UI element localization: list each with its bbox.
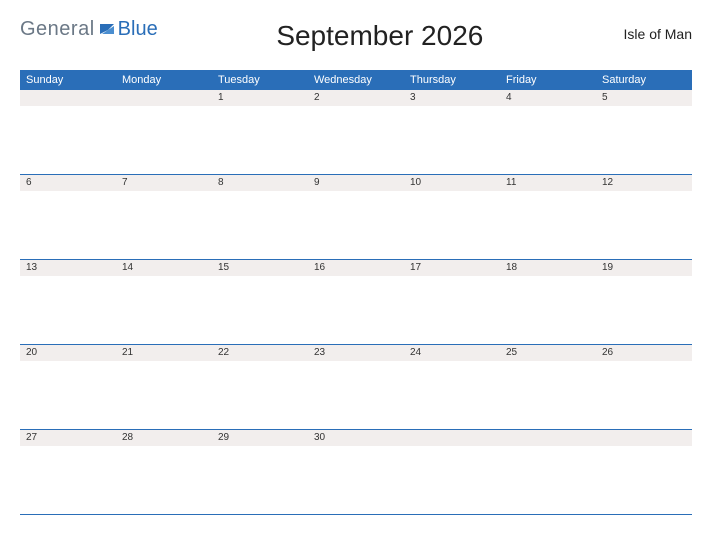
day-cell: 4 [500,90,596,106]
header: General Blue September 2026 Isle of Man [20,18,692,52]
week-row: 20 21 22 23 24 25 26 [20,345,692,430]
day-cell: 6 [20,175,116,191]
day-cell: 20 [20,345,116,361]
day-cell: 12 [596,175,692,191]
day-cell: 16 [308,260,404,276]
day-cell: 23 [308,345,404,361]
day-cell [404,430,500,446]
day-header-wednesday: Wednesday [308,70,404,90]
day-cell: 27 [20,430,116,446]
day-header-saturday: Saturday [596,70,692,90]
day-cell [596,430,692,446]
day-cell: 17 [404,260,500,276]
day-header-monday: Monday [116,70,212,90]
day-cell: 13 [20,260,116,276]
day-cell: 26 [596,345,692,361]
day-cell: 7 [116,175,212,191]
day-cell [20,90,116,106]
week-row: 27 28 29 30 [20,430,692,515]
day-cell: 9 [308,175,404,191]
day-cell [116,90,212,106]
day-cell: 2 [308,90,404,106]
day-cell: 5 [596,90,692,106]
day-cell: 21 [116,345,212,361]
week-row: 13 14 15 16 17 18 19 [20,260,692,345]
day-header-friday: Friday [500,70,596,90]
day-cell: 10 [404,175,500,191]
day-cell: 15 [212,260,308,276]
day-headers-row: Sunday Monday Tuesday Wednesday Thursday… [20,70,692,90]
day-header-sunday: Sunday [20,70,116,90]
weeks-container: 1 2 3 4 5 6 7 8 9 10 11 12 13 14 15 16 1… [20,90,692,515]
day-header-tuesday: Tuesday [212,70,308,90]
day-cell: 14 [116,260,212,276]
day-cell: 18 [500,260,596,276]
logo-icon [98,19,116,33]
day-cell: 19 [596,260,692,276]
day-cell: 29 [212,430,308,446]
logo-text-blue: Blue [118,18,158,41]
day-cell: 11 [500,175,596,191]
day-cell [500,430,596,446]
day-header-thursday: Thursday [404,70,500,90]
logo-text-general: General [20,18,95,41]
day-cell: 1 [212,90,308,106]
day-cell: 3 [404,90,500,106]
day-cell: 25 [500,345,596,361]
logo: General Blue [20,18,158,41]
day-cell: 30 [308,430,404,446]
day-cell: 28 [116,430,212,446]
calendar: Sunday Monday Tuesday Wednesday Thursday… [20,70,692,515]
region-label: Isle of Man [602,26,692,42]
day-cell: 24 [404,345,500,361]
page-title: September 2026 [158,20,602,52]
week-row: 6 7 8 9 10 11 12 [20,175,692,260]
day-cell: 22 [212,345,308,361]
week-row: 1 2 3 4 5 [20,90,692,175]
day-cell: 8 [212,175,308,191]
